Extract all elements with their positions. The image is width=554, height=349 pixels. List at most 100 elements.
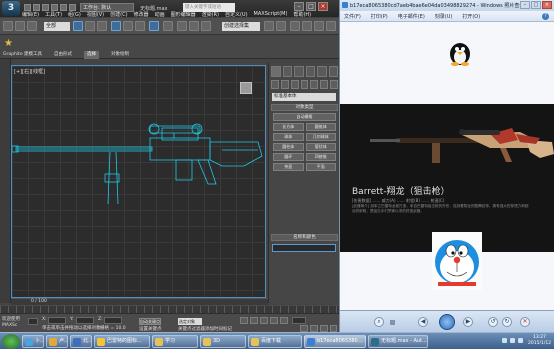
tab-freeform[interactable]: 自由形式 bbox=[54, 51, 72, 59]
viewer-image-area[interactable]: Barrett-翔龙（狙击枪） [伤害数据] …… 威力(A) …… 射程(B)… bbox=[340, 22, 554, 310]
time-slider[interactable]: 0 / 100 bbox=[11, 298, 268, 305]
sniper-rifle-wireframe[interactable] bbox=[12, 66, 266, 298]
pivot-icon[interactable] bbox=[163, 21, 173, 31]
go-to-end-icon[interactable] bbox=[280, 317, 288, 324]
menu-help[interactable]: 帮助(H) bbox=[293, 11, 311, 18]
menu-customize[interactable]: 自定义(U) bbox=[225, 11, 248, 18]
tab-graphite[interactable]: Graphite 建模工具 bbox=[3, 51, 42, 59]
auto-key-button[interactable]: 自动关键点 bbox=[139, 318, 161, 325]
actual-size-icon[interactable] bbox=[390, 320, 395, 325]
menu-create[interactable]: 创建(C) bbox=[110, 11, 127, 18]
max-close-button[interactable]: × bbox=[318, 2, 328, 11]
menu-group[interactable]: 组(G) bbox=[68, 11, 81, 18]
scale-icon[interactable] bbox=[135, 21, 145, 31]
pyramid-button[interactable]: 四棱锥 bbox=[305, 153, 336, 161]
geometry-icon[interactable] bbox=[271, 80, 279, 89]
render-frame-icon[interactable] bbox=[314, 21, 324, 31]
menu-maxscript[interactable]: MAXScript(M) bbox=[254, 11, 288, 18]
rotate-icon[interactable] bbox=[123, 21, 133, 31]
cameras-icon[interactable] bbox=[300, 80, 309, 89]
right-viewport[interactable]: [+][右][线框] bbox=[11, 65, 266, 298]
selection-lock-icon[interactable] bbox=[28, 318, 38, 325]
box-button[interactable]: 长方体 bbox=[273, 123, 304, 131]
track-bar[interactable] bbox=[0, 305, 339, 313]
menu-edit[interactable]: 编辑(E) bbox=[22, 11, 39, 18]
previous-frame-icon[interactable] bbox=[250, 317, 258, 324]
named-selection-dropdown[interactable]: 创建选择集 bbox=[222, 22, 260, 31]
viewer-close-button[interactable]: × bbox=[542, 1, 552, 9]
material-editor-icon[interactable] bbox=[290, 21, 300, 31]
autogrid-checkbox[interactable]: 自动栅格 bbox=[273, 113, 336, 121]
maxscript-listener-label[interactable]: 欢迎使用 bbox=[2, 316, 20, 322]
help-icon[interactable]: ? bbox=[542, 13, 549, 20]
menu-modifiers[interactable]: 修改器 bbox=[134, 11, 149, 18]
rotate-left-icon[interactable]: ↺ bbox=[488, 317, 498, 327]
zoom-icon[interactable] bbox=[300, 325, 308, 332]
select-by-name-icon[interactable] bbox=[85, 21, 95, 31]
orbit-icon[interactable] bbox=[330, 325, 337, 332]
network-icon[interactable] bbox=[510, 338, 515, 343]
taskbar-item[interactable]: 卜.. bbox=[22, 335, 44, 348]
angle-snap-icon[interactable] bbox=[189, 21, 199, 31]
tab-selection[interactable]: 选择 bbox=[84, 51, 100, 59]
taskbar-item[interactable]: b17eca8065380... bbox=[304, 335, 366, 348]
move-icon[interactable] bbox=[111, 21, 121, 31]
helpers-icon[interactable] bbox=[310, 80, 319, 89]
max-minimize-button[interactable]: – bbox=[294, 2, 304, 11]
space-warps-icon[interactable] bbox=[320, 80, 329, 89]
taskbar-item[interactable]: 北.. bbox=[70, 335, 92, 348]
undo-toolbar-icon[interactable] bbox=[3, 21, 13, 31]
cylinder-button[interactable]: 圆柱体 bbox=[273, 143, 304, 151]
previous-image-icon[interactable]: ◀ bbox=[418, 317, 428, 327]
delete-icon[interactable]: ✕ bbox=[520, 317, 530, 327]
teapot-button[interactable]: 茶壶 bbox=[273, 163, 304, 171]
viewer-maximize-button[interactable]: □ bbox=[531, 1, 541, 9]
coord-z-field[interactable] bbox=[104, 317, 122, 324]
next-frame-icon[interactable] bbox=[270, 317, 278, 324]
menu-rendering[interactable]: 渲染(R) bbox=[202, 11, 219, 18]
menu-graph-editors[interactable]: 图形编辑器 bbox=[171, 11, 196, 18]
max-restore-button[interactable]: □ bbox=[306, 2, 316, 11]
coord-x-field[interactable] bbox=[48, 317, 66, 324]
save-file-icon[interactable] bbox=[42, 4, 49, 11]
name-color-rollout[interactable]: 名称和颜色 bbox=[271, 234, 338, 241]
taskbar-item[interactable]: 百度下载 bbox=[248, 335, 302, 348]
hierarchy-tab-icon[interactable] bbox=[294, 66, 304, 77]
system-clock[interactable]: 13:27 2015/1/12 bbox=[528, 335, 551, 347]
mirror-icon[interactable] bbox=[264, 21, 274, 31]
tab-object-paint[interactable]: 对象绘制 bbox=[111, 51, 129, 59]
redo-icon[interactable] bbox=[60, 4, 67, 11]
torus-button[interactable]: 圆环 bbox=[273, 153, 304, 161]
menu-file[interactable]: 文件(F) bbox=[344, 13, 361, 20]
shapes-icon[interactable] bbox=[280, 80, 289, 89]
object-type-rollout[interactable]: 对象类型 bbox=[271, 104, 338, 111]
selection-filter-dropdown[interactable]: 全部 bbox=[44, 22, 70, 31]
align-icon[interactable] bbox=[276, 21, 286, 31]
menu-tools[interactable]: 工具(T) bbox=[45, 11, 62, 18]
motion-tab-icon[interactable] bbox=[305, 66, 315, 77]
pan-icon[interactable] bbox=[320, 325, 328, 332]
view-coordinate-icon[interactable] bbox=[149, 21, 159, 31]
undo-icon[interactable] bbox=[51, 4, 58, 11]
display-tab-icon[interactable] bbox=[317, 66, 327, 77]
taskbar-item[interactable]: 无标题.max - Aut... bbox=[368, 335, 428, 348]
taskbar-item[interactable]: 卢.. bbox=[46, 335, 68, 348]
taskbar-item[interactable]: 学习 bbox=[152, 335, 198, 348]
max-logo-icon[interactable]: 3 bbox=[2, 1, 20, 16]
rotate-right-icon[interactable]: ↻ bbox=[502, 317, 512, 327]
go-to-start-icon[interactable] bbox=[240, 317, 248, 324]
slideshow-icon[interactable] bbox=[439, 314, 455, 330]
menu-animation[interactable]: 动画 bbox=[155, 11, 165, 18]
new-file-icon[interactable] bbox=[24, 4, 31, 11]
tray-icon[interactable] bbox=[502, 338, 507, 343]
render-setup-icon[interactable] bbox=[302, 21, 312, 31]
taskbar-item[interactable]: 3D bbox=[200, 335, 246, 348]
play-icon[interactable] bbox=[260, 317, 268, 324]
project-folder-icon[interactable] bbox=[69, 4, 76, 11]
link-icon[interactable] bbox=[15, 21, 25, 31]
object-name-field[interactable] bbox=[272, 244, 336, 252]
unlink-icon[interactable] bbox=[27, 21, 37, 31]
cone-button[interactable]: 圆锥体 bbox=[305, 123, 336, 131]
current-frame-field[interactable] bbox=[292, 317, 306, 324]
zoom-all-icon[interactable] bbox=[310, 325, 318, 332]
